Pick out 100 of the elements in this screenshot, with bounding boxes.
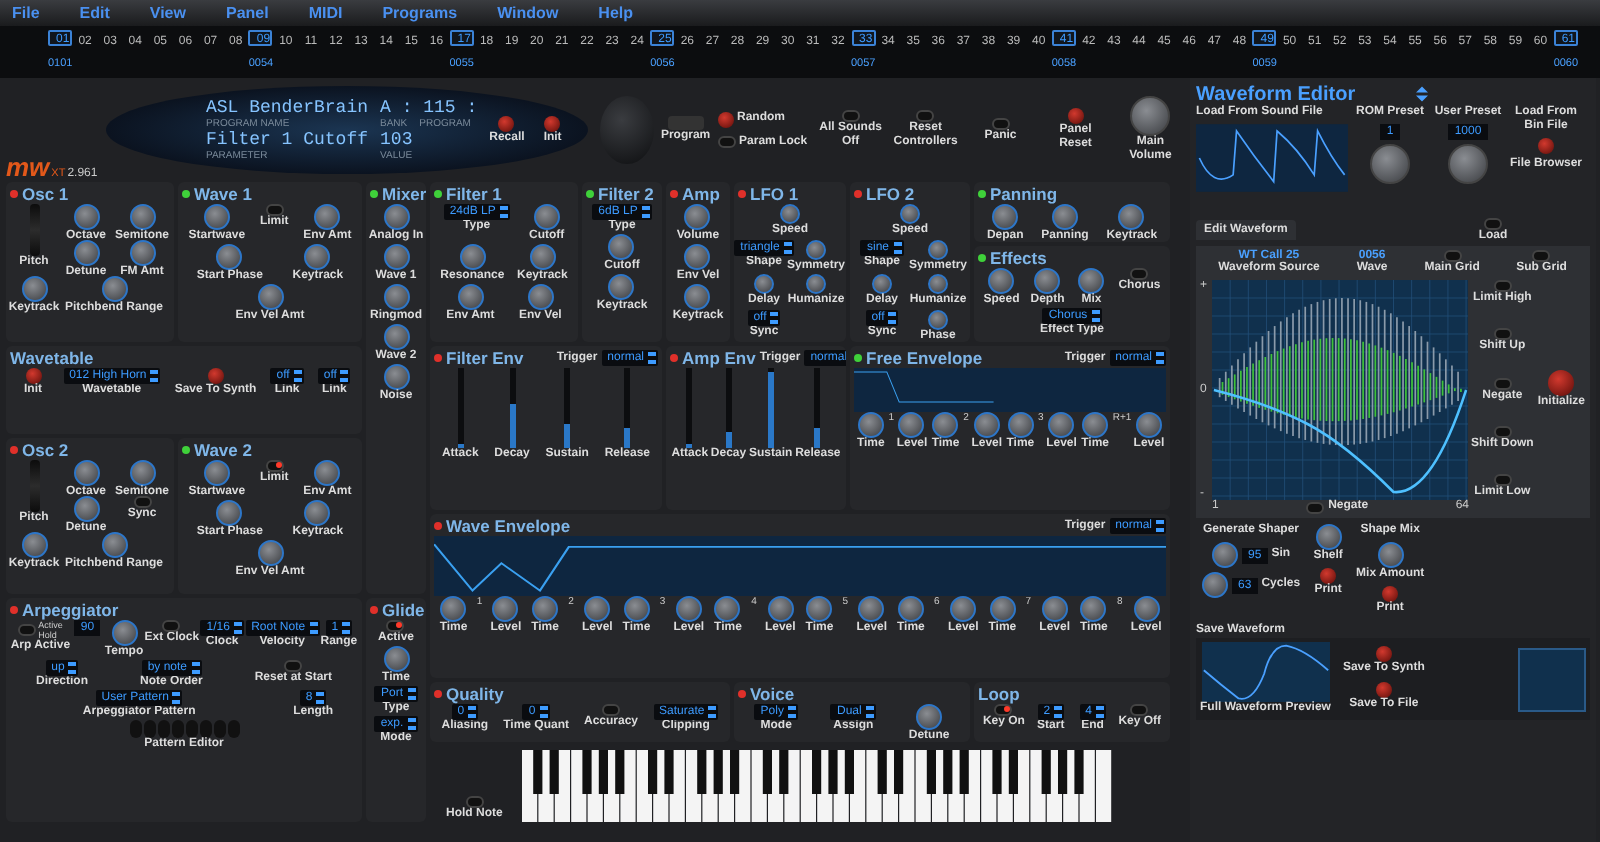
rotary-knob[interactable]: [1448, 144, 1488, 184]
rotary-knob[interactable]: [533, 204, 560, 230]
menu-item[interactable]: Edit: [79, 4, 110, 22]
rotary-knob[interactable]: [314, 460, 341, 486]
rotary-knob[interactable]: [459, 244, 486, 270]
rotary-knob[interactable]: [1202, 572, 1228, 598]
rotary-knob[interactable]: [304, 244, 331, 270]
menu-item[interactable]: Window: [497, 4, 559, 22]
push-button[interactable]: [1548, 370, 1575, 396]
menu-item[interactable]: File: [12, 4, 40, 22]
toggle-switch[interactable]: [284, 660, 303, 672]
rotary-knob[interactable]: [992, 204, 1019, 230]
rotary-knob[interactable]: [1130, 96, 1171, 136]
rotary-knob[interactable]: [684, 284, 711, 310]
rotary-knob[interactable]: [101, 276, 127, 302]
rotary-knob[interactable]: [858, 596, 885, 622]
rotary-knob[interactable]: [383, 324, 409, 350]
rotary-knob[interactable]: [1212, 542, 1238, 568]
rotary-knob[interactable]: [714, 596, 741, 622]
rotary-knob[interactable]: [216, 500, 243, 526]
push-button[interactable]: [498, 115, 515, 131]
rotary-knob[interactable]: [440, 596, 467, 622]
fader[interactable]: [509, 368, 516, 448]
rotary-knob[interactable]: [1080, 596, 1107, 622]
rotary-knob[interactable]: [1370, 144, 1410, 184]
menu-item[interactable]: View: [149, 4, 186, 22]
toggle-switch[interactable]: [916, 110, 935, 122]
push-button[interactable]: [1320, 568, 1337, 584]
rotary-knob[interactable]: [1315, 524, 1342, 550]
envelope-graph[interactable]: [854, 368, 1166, 412]
toggle-switch[interactable]: [1130, 704, 1149, 716]
rotary-knob[interactable]: [897, 596, 924, 622]
rotary-knob[interactable]: [111, 620, 137, 646]
toggle-switch[interactable]: [162, 620, 181, 632]
toggle-switch[interactable]: [18, 624, 37, 636]
rotary-knob[interactable]: [73, 204, 99, 230]
push-button[interactable]: [544, 115, 561, 131]
piano-keyboard[interactable]: [522, 750, 1115, 822]
rotary-knob[interactable]: [383, 284, 409, 310]
rotary-knob[interactable]: [989, 596, 1016, 622]
rotary-knob[interactable]: [203, 460, 230, 486]
rotary-knob[interactable]: [608, 234, 635, 260]
rotary-knob[interactable]: [1078, 268, 1105, 294]
menu-item[interactable]: Help: [598, 4, 634, 22]
rotary-knob[interactable]: [1135, 412, 1162, 438]
rotary-knob[interactable]: [806, 596, 833, 622]
rotary-knob[interactable]: [129, 204, 155, 230]
rotary-knob[interactable]: [532, 596, 559, 622]
rotary-knob[interactable]: [383, 364, 409, 390]
rotary-knob[interactable]: [457, 284, 484, 310]
toggle-switch[interactable]: [991, 117, 1010, 129]
rotary-knob[interactable]: [767, 596, 794, 622]
rotary-knob[interactable]: [1118, 204, 1145, 230]
envelope-graph[interactable]: [434, 536, 1166, 596]
rotary-knob[interactable]: [623, 596, 650, 622]
rotary-knob[interactable]: [1007, 412, 1034, 438]
fader[interactable]: [564, 368, 571, 448]
rotary-knob[interactable]: [675, 596, 702, 622]
rotary-knob[interactable]: [304, 500, 331, 526]
rotary-knob[interactable]: [257, 284, 283, 310]
rotary-knob[interactable]: [73, 460, 99, 486]
rotary-knob[interactable]: [1082, 412, 1109, 438]
rotary-knob[interactable]: [73, 496, 99, 522]
push-button[interactable]: [717, 111, 734, 127]
rotary-knob[interactable]: [129, 460, 155, 486]
rotary-knob[interactable]: [257, 540, 283, 566]
rotary-knob[interactable]: [872, 274, 892, 294]
toggle-switch[interactable]: [994, 704, 1013, 716]
rotary-knob[interactable]: [1377, 542, 1404, 568]
toggle-switch[interactable]: [602, 704, 621, 716]
rotary-knob[interactable]: [684, 204, 711, 230]
rotary-knob[interactable]: [203, 204, 230, 230]
rotary-knob[interactable]: [973, 412, 1000, 438]
waveform-graph[interactable]: [1211, 280, 1468, 500]
up-down-arrows-icon[interactable]: [1415, 86, 1428, 102]
rotary-knob[interactable]: [1041, 596, 1068, 622]
rotary-knob[interactable]: [1034, 268, 1061, 294]
rotary-knob[interactable]: [988, 268, 1015, 294]
rotary-knob[interactable]: [129, 240, 155, 266]
toggle-switch[interactable]: [265, 204, 284, 216]
rotary-knob[interactable]: [916, 704, 943, 730]
rotary-knob[interactable]: [383, 646, 409, 672]
toggle-switch[interactable]: [265, 460, 284, 472]
push-button[interactable]: [25, 368, 42, 384]
mini-button[interactable]: [1493, 328, 1512, 341]
rotary-knob[interactable]: [898, 412, 925, 438]
menu-item[interactable]: MIDI: [308, 4, 343, 22]
rotary-knob[interactable]: [1051, 204, 1078, 230]
push-button[interactable]: [1067, 108, 1084, 124]
rotary-knob[interactable]: [529, 244, 556, 270]
rotary-knob[interactable]: [101, 532, 127, 558]
menu-item[interactable]: Panel: [225, 4, 269, 22]
push-button[interactable]: [1375, 682, 1392, 698]
rotary-knob[interactable]: [754, 274, 774, 294]
rotary-knob[interactable]: [216, 244, 243, 270]
rotary-knob[interactable]: [584, 596, 611, 622]
rotary-knob[interactable]: [1133, 596, 1160, 622]
rotary-knob[interactable]: [608, 274, 635, 300]
toggle-switch[interactable]: [133, 496, 151, 508]
toggle-switch[interactable]: [1130, 268, 1149, 280]
